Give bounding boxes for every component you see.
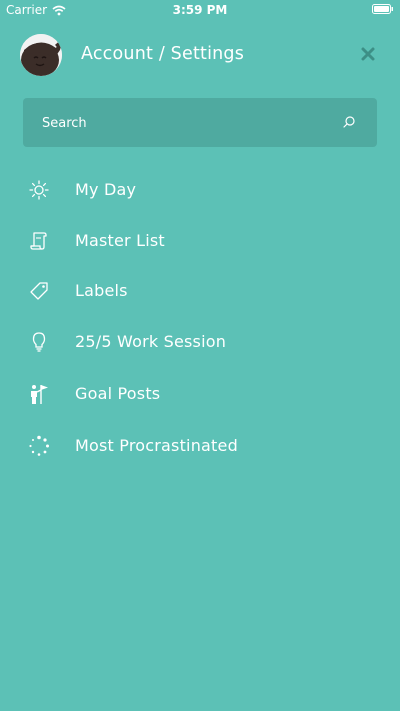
header-title[interactable]: Account / Settings [81,44,244,64]
search-bar[interactable] [23,98,377,147]
menu-item-label: 25/5 Work Session [75,332,227,351]
avatar-face-icon [20,34,62,76]
avatar[interactable] [20,34,62,76]
menu-item-label: My Day [75,180,137,199]
menu-item-label: Most Procrastinated [75,436,238,455]
menu-item-my-day[interactable]: My Day [0,165,400,215]
menu-item-label: Goal Posts [75,384,161,403]
battery-icon [372,4,393,14]
drawer-header: Account / Settings [20,34,380,78]
menu-item-label: Labels [75,281,128,300]
menu-item-goal-posts[interactable]: Goal Posts [0,369,400,419]
menu-item-most-procrastinated[interactable]: Most Procrastinated [0,421,400,471]
menu-item-work-session[interactable]: 25/5 Work Session [0,317,400,367]
close-icon[interactable] [360,46,376,62]
menu-item-master-list[interactable]: Master List [0,216,400,266]
loading-dots-icon [29,435,49,456]
goal-flag-icon [31,385,48,404]
status-bar: Carrier 3:59 PM [0,0,400,20]
menu-item-label: Master List [75,231,165,250]
lightbulb-icon [32,332,46,352]
scroll-icon [30,232,47,250]
search-input[interactable] [42,113,322,133]
search-icon[interactable] [342,115,356,129]
menu-item-labels[interactable]: Labels [0,266,400,316]
tag-icon [30,282,48,300]
sun-icon [29,180,49,200]
clock: 3:59 PM [172,3,228,17]
